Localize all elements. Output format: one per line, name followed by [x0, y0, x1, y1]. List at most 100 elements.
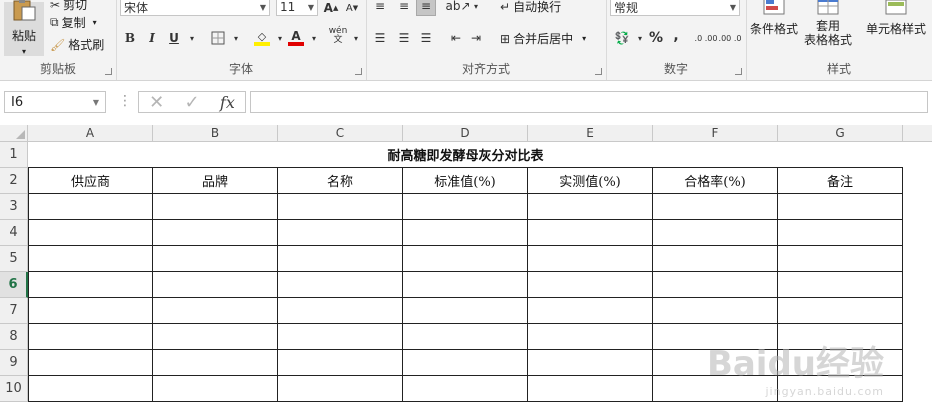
comma-style-button[interactable]: ,	[666, 26, 686, 46]
header-cell[interactable]: 备注	[778, 168, 903, 194]
align-left-icon[interactable]: ☰	[370, 28, 390, 48]
font-name-select[interactable]: 宋体 ▼	[120, 0, 270, 16]
grow-font-button[interactable]: A ▲	[321, 0, 341, 18]
table-cell[interactable]	[653, 194, 778, 220]
row-header-1[interactable]: 1	[0, 142, 28, 168]
table-cell[interactable]	[278, 298, 403, 324]
row-header-3[interactable]: 3	[0, 194, 28, 220]
italic-button[interactable]: I	[142, 28, 162, 48]
increase-decimal-button[interactable]: .0 .00	[694, 28, 718, 48]
increase-indent-icon[interactable]: ⇥	[466, 28, 486, 48]
column-header-a[interactable]: A	[28, 125, 153, 142]
cut-button[interactable]: ✂ 剪切	[50, 0, 87, 13]
enter-icon[interactable]: ✓	[185, 92, 200, 113]
table-cell[interactable]	[28, 376, 153, 402]
column-header-g[interactable]: G	[778, 125, 903, 142]
phonetic-guide-icon[interactable]: wén 文	[328, 26, 348, 46]
wrap-text-button[interactable]: ↵ 自动换行	[500, 0, 561, 15]
font-color-icon[interactable]: A	[286, 28, 306, 48]
merge-center-button[interactable]: ⊞ 合并后居中 ▾	[500, 30, 586, 47]
name-box[interactable]: I6 ▼	[4, 91, 106, 113]
row-header-10[interactable]: 10	[0, 376, 28, 402]
table-cell[interactable]	[153, 298, 278, 324]
select-all-button[interactable]	[0, 125, 28, 142]
formula-bar-grip-icon[interactable]: ⋮	[118, 93, 132, 109]
table-cell[interactable]	[278, 324, 403, 350]
header-cell[interactable]: 供应商	[28, 168, 153, 194]
number-format-select[interactable]: 常规 ▼	[610, 0, 740, 16]
chevron-down-icon[interactable]: ▾	[226, 28, 246, 48]
table-cell[interactable]	[153, 220, 278, 246]
align-center-icon[interactable]: ☰	[394, 28, 414, 48]
header-cell[interactable]: 标准值(%)	[403, 168, 528, 194]
align-right-icon[interactable]: ☰	[416, 28, 436, 48]
decrease-decimal-button[interactable]: .00 .0	[718, 28, 742, 48]
header-cell[interactable]: 品牌	[153, 168, 278, 194]
chevron-down-icon[interactable]: ▾	[466, 0, 486, 16]
fill-color-icon[interactable]: ◇	[252, 28, 272, 48]
column-header-b[interactable]: B	[153, 125, 278, 142]
table-cell[interactable]	[28, 194, 153, 220]
dialog-launcher-icon[interactable]	[355, 68, 362, 75]
row-header-2[interactable]: 2	[0, 168, 28, 194]
table-cell[interactable]	[278, 376, 403, 402]
table-cell[interactable]	[403, 350, 528, 376]
table-cell[interactable]	[528, 324, 653, 350]
chevron-down-icon[interactable]: ▾	[346, 28, 366, 48]
table-cell[interactable]	[403, 272, 528, 298]
chevron-down-icon[interactable]: ▾	[304, 28, 324, 48]
column-header-d[interactable]: D	[403, 125, 528, 142]
table-cell[interactable]	[653, 272, 778, 298]
align-top-icon[interactable]: ≡	[370, 0, 390, 16]
table-cell[interactable]	[778, 298, 903, 324]
align-middle-icon[interactable]: ≡	[394, 0, 414, 16]
row-header-8[interactable]: 8	[0, 324, 28, 350]
table-cell[interactable]	[403, 376, 528, 402]
orientation-icon[interactable]: ab↗	[445, 0, 470, 16]
column-header-c[interactable]: C	[278, 125, 403, 142]
header-cell[interactable]: 名称	[278, 168, 403, 194]
table-cell[interactable]	[278, 246, 403, 272]
table-cell[interactable]	[653, 246, 778, 272]
font-size-select[interactable]: 11 ▼	[276, 0, 318, 16]
table-cell[interactable]	[528, 272, 653, 298]
table-cell[interactable]	[153, 194, 278, 220]
table-cell[interactable]	[153, 350, 278, 376]
table-cell[interactable]	[778, 272, 903, 298]
table-cell[interactable]	[153, 272, 278, 298]
table-cell[interactable]	[403, 246, 528, 272]
bold-button[interactable]: B	[120, 28, 140, 48]
table-cell[interactable]	[528, 246, 653, 272]
table-cell[interactable]	[528, 350, 653, 376]
underline-button[interactable]: U	[164, 28, 184, 48]
format-painter-button[interactable]: 🖌 格式刷	[50, 36, 104, 53]
table-cell[interactable]	[778, 246, 903, 272]
column-header-f[interactable]: F	[653, 125, 778, 142]
percent-style-button[interactable]: %	[646, 28, 666, 48]
table-cell[interactable]	[28, 298, 153, 324]
format-as-table-button[interactable]: 套用 表格格式	[804, 0, 852, 47]
table-cell[interactable]	[653, 298, 778, 324]
table-cell[interactable]	[28, 220, 153, 246]
table-cell[interactable]	[153, 376, 278, 402]
paste-button[interactable]: 粘贴 ▾	[4, 0, 44, 56]
align-bottom-icon[interactable]: ≡	[416, 0, 436, 16]
table-cell[interactable]	[778, 194, 903, 220]
header-cell[interactable]: 合格率(%)	[653, 168, 778, 194]
row-header-9[interactable]: 9	[0, 350, 28, 376]
chevron-down-icon[interactable]: ▾	[182, 28, 202, 48]
table-cell[interactable]	[778, 220, 903, 246]
table-cell[interactable]	[278, 272, 403, 298]
table-cell[interactable]	[403, 324, 528, 350]
table-cell[interactable]	[28, 350, 153, 376]
cell-styles-button[interactable]: 单元格样式	[866, 0, 926, 37]
table-cell[interactable]	[528, 194, 653, 220]
table-cell[interactable]	[403, 298, 528, 324]
formula-input[interactable]	[250, 91, 928, 113]
dialog-launcher-icon[interactable]	[735, 68, 742, 75]
dialog-launcher-icon[interactable]	[595, 68, 602, 75]
cancel-icon[interactable]: ✕	[149, 92, 164, 113]
row-header-6[interactable]: 6	[0, 272, 28, 298]
accounting-format-icon[interactable]: 💱	[612, 28, 632, 48]
borders-icon[interactable]	[208, 28, 228, 48]
